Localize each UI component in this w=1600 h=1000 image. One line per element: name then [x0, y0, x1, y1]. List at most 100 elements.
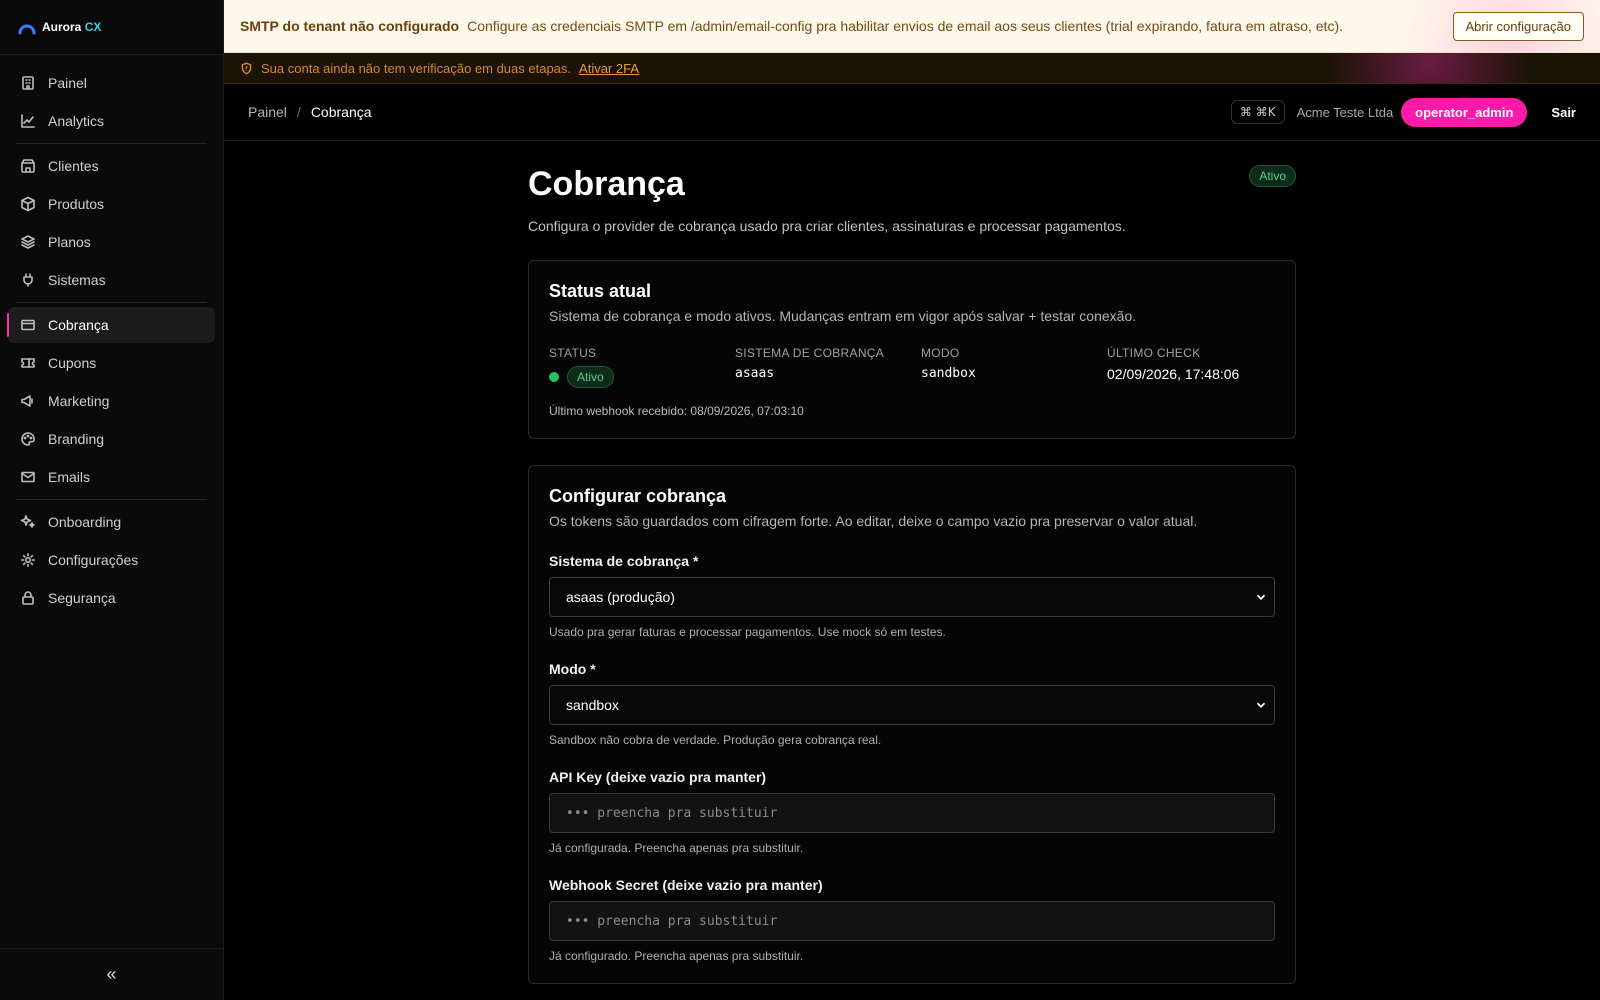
status-value-badge: Ativo [567, 366, 614, 388]
config-card-subtitle: Os tokens são guardados com cifragem for… [549, 513, 1198, 529]
last-check-value: 02/09/2026, 17:48:06 [1107, 366, 1240, 382]
logout-button[interactable]: Sair [1551, 105, 1576, 120]
smtp-warning-banner: SMTP do tenant não configurado Configure… [224, 0, 1600, 53]
breadcrumb-root[interactable]: Painel [248, 104, 287, 120]
config-card-title: Configurar cobrança [549, 486, 727, 506]
store-icon [20, 158, 36, 174]
package-icon [20, 196, 36, 212]
aurora-logo-icon [18, 24, 36, 35]
mode-cell: MODO sandbox [921, 346, 1107, 388]
mode-field-label: Modo * [549, 661, 596, 677]
sidebar-item-produtos[interactable]: Produtos [8, 186, 215, 222]
sidebar-item-label: Marketing [48, 393, 110, 409]
open-config-button[interactable]: Abrir configuração [1452, 11, 1584, 41]
api-key-help: Já configurada. Preencha apenas pra subs… [549, 841, 804, 855]
status-card-subtitle: Sistema de cobrança e modo ativos. Mudan… [549, 308, 1137, 324]
sidebar-item-label: Segurança [48, 590, 116, 606]
billing-system-help: Usado pra gerar faturas e processar paga… [549, 625, 946, 639]
system-label: SISTEMA DE COBRANÇA [735, 346, 885, 360]
status-dot-icon [549, 372, 559, 383]
plug-icon [20, 272, 36, 288]
breadcrumb-separator: / [296, 104, 301, 120]
chevron-down-icon [1256, 702, 1266, 708]
brand-logo[interactable]: Aurora CX [0, 0, 223, 55]
gear-icon [20, 552, 36, 568]
command-palette-button[interactable]: ⌘ ⌘K [1230, 100, 1285, 124]
shield-alert-icon [241, 61, 252, 75]
status-badge: Ativo [1249, 165, 1296, 187]
sidebar: Aurora CX Painel Analytics Clientes Prod… [0, 0, 224, 1000]
status-grid: STATUS Ativo SISTEMA DE COBRANÇA asaas M… [549, 346, 1275, 388]
lock-icon [20, 590, 36, 606]
sidebar-item-label: Cobrança [48, 317, 109, 333]
building-icon [20, 75, 36, 91]
activate-2fa-link[interactable]: Ativar 2FA [579, 61, 639, 76]
status-label: STATUS [549, 346, 597, 360]
sidebar-item-analytics[interactable]: Analytics [8, 103, 215, 139]
tenant-name: Acme Teste Ltda [1296, 104, 1394, 120]
smtp-banner-title: SMTP do tenant não configurado [240, 18, 460, 34]
sidebar-item-label: Clientes [48, 158, 99, 174]
sidebar-item-cupons[interactable]: Cupons [8, 345, 215, 381]
sidebar-item-clientes[interactable]: Clientes [8, 148, 215, 184]
breadcrumb: Painel / Cobrança [248, 104, 1231, 120]
sidebar-item-sistemas[interactable]: Sistemas [8, 262, 215, 298]
config-card: Configurar cobrança Os tokens são guarda… [528, 465, 1296, 984]
breadcrumb-current: Cobrança [310, 104, 372, 120]
layers-icon [20, 234, 36, 250]
billing-system-label: Sistema de cobrança * [549, 553, 699, 569]
chevrons-left-icon: « [106, 964, 117, 984]
chart-line-icon [20, 113, 36, 129]
sidebar-item-branding[interactable]: Branding [8, 421, 215, 457]
sidebar-item-emails[interactable]: Emails [8, 459, 215, 495]
collapse-sidebar-button[interactable]: « [0, 948, 223, 1000]
twofa-warning-banner: Sua conta ainda não tem verificação em d… [224, 53, 1600, 84]
webhook-secret-field: Webhook Secret (deixe vazio pra manter) … [549, 877, 1275, 963]
sidebar-item-seguranca[interactable]: Segurança [8, 580, 215, 616]
api-key-input[interactable]: ••• preencha pra substituir [549, 793, 1275, 833]
brand-suffix: CX [84, 20, 102, 34]
topbar: Painel / Cobrança ⌘ ⌘K Acme Teste Ltda o… [224, 84, 1600, 141]
divider [16, 143, 207, 144]
smtp-banner-text: Configure as credenciais SMTP em /admin/… [467, 18, 1344, 34]
mode-help: Sandbox não cobra de verdade. Produção g… [549, 733, 882, 747]
status-card: Status atual Sistema de cobrança e modo … [528, 260, 1296, 439]
mail-icon [20, 469, 36, 485]
sidebar-item-painel[interactable]: Painel [8, 65, 215, 101]
sidebar-item-label: Sistemas [48, 272, 106, 288]
page-content: Cobrança Configura o provider de cobranç… [224, 141, 1600, 1000]
sidebar-nav: Painel Analytics Clientes Produtos Plano… [0, 55, 223, 948]
sidebar-item-marketing[interactable]: Marketing [8, 383, 215, 419]
api-key-label: API Key (deixe vazio pra manter) [549, 769, 767, 785]
api-key-field: API Key (deixe vazio pra manter) ••• pre… [549, 769, 1275, 855]
sidebar-item-label: Analytics [48, 113, 105, 129]
webhook-secret-label: Webhook Secret (deixe vazio pra manter) [549, 877, 823, 893]
mode-select[interactable]: sandbox [549, 685, 1275, 725]
webhook-secret-input[interactable]: ••• preencha pra substituir [549, 901, 1275, 941]
mode-field: Modo * sandbox Sandbox não cobra de verd… [549, 661, 1275, 747]
main-area: SMTP do tenant não configurado Configure… [224, 0, 1600, 1000]
sidebar-item-onboarding[interactable]: Onboarding [8, 504, 215, 540]
sidebar-item-label: Emails [48, 469, 91, 485]
credit-card-icon [20, 317, 36, 333]
divider [16, 302, 207, 303]
status-card-title: Status atual [549, 281, 652, 301]
mode-select-value: sandbox [566, 697, 619, 713]
billing-system-select[interactable]: asaas (produção) [549, 577, 1275, 617]
sidebar-item-cobranca[interactable]: Cobrança [7, 307, 215, 343]
status-cell: STATUS Ativo [549, 346, 735, 388]
last-webhook-text: Último webhook recebido: 08/09/2026, 07:… [549, 404, 804, 418]
page-header: Cobrança Configura o provider de cobranç… [528, 165, 1296, 234]
role-badge[interactable]: operator_admin [1401, 97, 1528, 127]
sidebar-item-label: Produtos [48, 196, 105, 212]
sidebar-item-label: Branding [48, 431, 105, 447]
chevron-down-icon [1256, 594, 1266, 600]
brand-name: Aurora [42, 20, 82, 34]
palette-icon [20, 431, 36, 447]
last-check-label: ÚLTIMO CHECK [1107, 346, 1201, 360]
system-cell: SISTEMA DE COBRANÇA asaas [735, 346, 921, 388]
sidebar-item-planos[interactable]: Planos [8, 224, 215, 260]
sidebar-item-configuracoes[interactable]: Configurações [8, 542, 215, 578]
sparkles-icon [20, 514, 36, 530]
page-title: Cobrança [528, 165, 685, 203]
